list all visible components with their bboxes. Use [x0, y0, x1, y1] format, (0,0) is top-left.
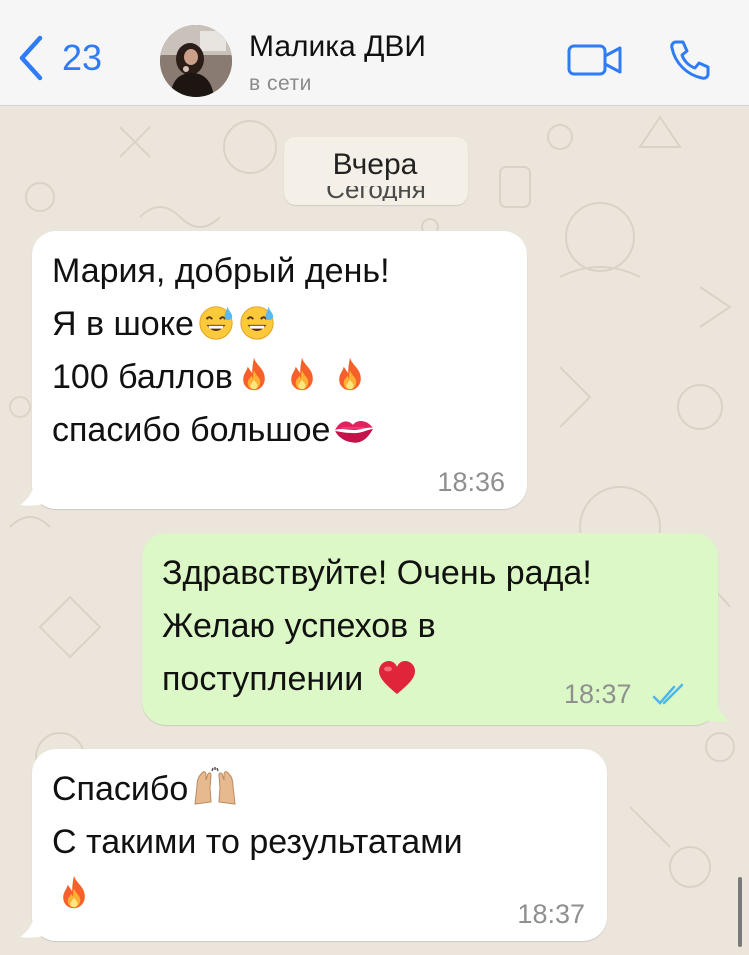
message-line: Я в шоке: [52, 298, 390, 351]
grinning-sweat-icon: [197, 303, 235, 341]
bubble-tail: [700, 699, 730, 722]
video-call-button[interactable]: [566, 42, 624, 83]
message-line: [52, 869, 463, 922]
contact-name[interactable]: Малика ДВИ: [249, 30, 426, 64]
phone-icon: [670, 40, 710, 80]
video-camera-icon: [567, 44, 622, 76]
date-separator: Сегодня Вчера: [284, 137, 468, 205]
bubble-tail: [20, 915, 48, 938]
unread-count: 23: [62, 37, 103, 78]
message-line: поступлении: [162, 653, 592, 706]
red-heart-icon: [377, 660, 417, 696]
bubble-tail: [20, 483, 48, 506]
chat-header: 23 Малика ДВИ в сети: [0, 0, 749, 106]
message-line: Желаю успехов в: [162, 607, 436, 645]
scrollbar[interactable]: [738, 877, 742, 947]
message-time: 18:37: [517, 899, 585, 929]
contact-status: в сети: [249, 72, 312, 95]
message-bubble-incoming[interactable]: Спасибо С такими то результатами 18:37: [32, 749, 607, 941]
message-time: 18:37: [564, 679, 632, 709]
fire-icon: [332, 354, 368, 394]
kiss-mark-icon: [333, 415, 375, 447]
raising-hands-icon: [191, 766, 239, 806]
fire-icon: [284, 354, 320, 394]
message-line: 100 баллов: [52, 351, 390, 404]
chat-area[interactable]: Сегодня Вчера Мария, добрый день! Я в шо…: [0, 107, 749, 955]
fire-icon: [56, 872, 92, 912]
message-line: Мария, добрый день!: [52, 252, 390, 290]
message-line: Спасибо: [52, 763, 463, 816]
fire-icon: [236, 354, 272, 394]
avatar-photo: [160, 25, 232, 97]
message-bubble-outgoing[interactable]: Здравствуйте! Очень рада! Желаю успехов …: [142, 533, 718, 725]
chevron-left-icon: [19, 35, 43, 81]
grinning-sweat-icon: [238, 303, 276, 341]
avatar[interactable]: [160, 25, 232, 97]
message-line: Здравствуйте! Очень рада!: [162, 554, 592, 592]
message-line: спасибо большое: [52, 404, 390, 457]
message-line: С такими то результатами: [52, 823, 463, 861]
voice-call-button[interactable]: [668, 38, 712, 87]
message-bubble-incoming[interactable]: Мария, добрый день! Я в шоке 100 баллов …: [32, 231, 527, 509]
message-time: 18:36: [437, 467, 505, 497]
back-button[interactable]: 23: [18, 34, 102, 82]
double-check-icon: [652, 683, 684, 705]
date-label-yesterday: Вчера: [307, 144, 443, 186]
